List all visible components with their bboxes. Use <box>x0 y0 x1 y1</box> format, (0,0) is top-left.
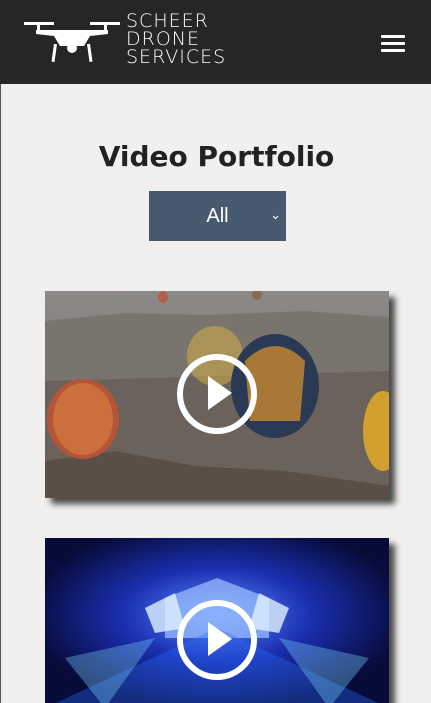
hamburger-menu-icon[interactable] <box>378 32 408 54</box>
logo-line-3: SERVICES <box>126 46 227 68</box>
logo-wordmark: SCHEER DRONE SERVICES <box>126 12 236 68</box>
filter-selected-value: All <box>206 204 229 227</box>
site-logo[interactable]: SCHEER DRONE SERVICES <box>22 12 232 70</box>
chevron-down-icon: ⌄ <box>270 208 281 223</box>
category-filter-select[interactable]: All ⌄ <box>149 191 286 241</box>
page-title: Video Portfolio <box>98 140 335 173</box>
video-card[interactable] <box>45 291 389 498</box>
video-card[interactable] <box>45 538 389 703</box>
site-header: SCHEER DRONE SERVICES <box>0 0 431 84</box>
main-content: Video Portfolio All ⌄ <box>0 84 431 703</box>
play-icon[interactable] <box>177 354 257 434</box>
drone-icon <box>24 22 120 63</box>
play-icon[interactable] <box>177 600 257 680</box>
